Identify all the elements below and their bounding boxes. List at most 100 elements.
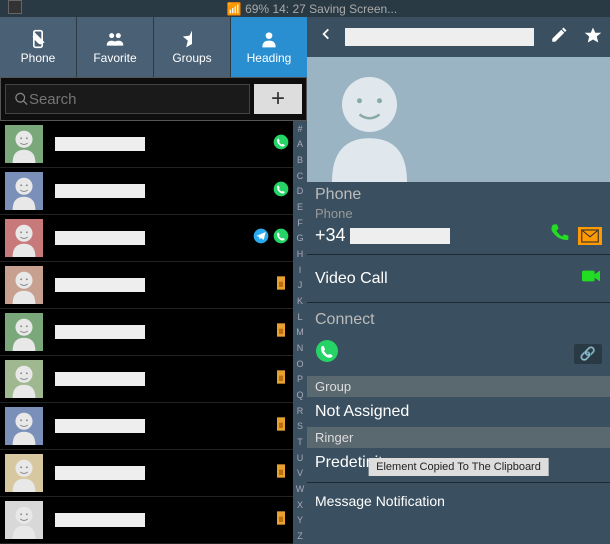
alpha-letter[interactable]: W [296,484,305,494]
contact-row[interactable] [0,497,307,544]
group-value[interactable]: Not Assigned [307,397,610,427]
call-button[interactable] [550,223,570,248]
alpha-letter[interactable]: G [296,233,303,243]
phone-label: Phone [307,206,610,221]
edit-button[interactable] [550,26,568,49]
alpha-letter[interactable]: U [297,453,304,463]
contact-name-header [345,28,534,46]
back-button[interactable] [315,25,337,49]
video-call-row[interactable]: Video Call [307,259,610,298]
alpha-letter[interactable]: L [297,312,302,322]
whatsapp-icon [273,134,289,155]
favorite-button[interactable] [584,26,602,49]
alpha-letter[interactable]: T [297,437,303,447]
sim-icon [273,463,289,484]
contact-avatar [0,309,47,356]
avatar-placeholder-icon [307,57,432,182]
video-call-icon [580,267,602,290]
alpha-letter[interactable]: I [299,265,302,275]
alpha-letter[interactable]: M [296,327,304,337]
phone-call-icon [550,223,570,243]
search-input[interactable] [29,91,241,108]
sim-icon [273,416,289,437]
contact-avatar [0,403,47,450]
message-notification-row[interactable]: Message Notification [307,487,610,515]
telegram-icon [253,228,269,249]
sim-icon [273,322,289,343]
contact-avatar [0,168,47,215]
alpha-letter[interactable]: E [297,202,303,212]
contact-row[interactable] [0,121,307,168]
alpha-letter[interactable]: C [297,171,304,181]
connect-title: Connect [307,307,610,331]
alpha-letter[interactable]: A [297,139,303,149]
star-icon [584,26,602,44]
alpha-letter[interactable]: P [297,374,303,384]
contact-name [47,513,273,527]
sim-icon [273,275,289,296]
alpha-letter[interactable]: J [298,280,303,290]
alpha-letter[interactable]: R [297,406,304,416]
contact-name [47,184,273,198]
link-icon: 🔗 [574,344,602,364]
tab-favorite[interactable]: Favorite [77,17,154,77]
contact-row[interactable] [0,403,307,450]
contact-name [47,372,273,386]
contact-avatar [0,497,47,544]
contact-row[interactable] [0,168,307,215]
alpha-letter[interactable]: X [297,500,303,510]
contact-row[interactable] [0,450,307,497]
contact-avatar [0,262,47,309]
whatsapp-icon [273,181,289,202]
alpha-letter[interactable]: O [296,359,303,369]
contact-avatar [0,356,47,403]
person-icon [259,29,279,49]
tab-label: Favorite [93,51,136,65]
contact-avatar [0,450,47,497]
contact-avatar-section [307,57,610,182]
alpha-letter[interactable]: V [297,468,303,478]
search-box[interactable] [5,84,250,114]
flipboard-icon [8,0,22,17]
tab-groups[interactable]: Groups [154,17,231,77]
alpha-letter[interactable]: Y [297,515,303,525]
phone-icon [28,29,48,49]
alpha-letter[interactable]: Z [297,531,303,541]
plus-icon: + [271,85,285,113]
alpha-letter[interactable]: N [297,343,304,353]
alpha-letter[interactable]: F [297,218,303,228]
add-contact-button[interactable]: + [254,84,302,114]
alpha-letter[interactable]: K [297,296,303,306]
alpha-letter[interactable]: S [297,421,303,431]
contact-name [47,278,273,292]
tab-label: Heading [247,51,292,65]
phone-section-title: Phone [307,182,610,206]
alpha-letter[interactable]: B [297,155,303,165]
tab-label: Groups [172,51,211,65]
chevron-left-icon [319,25,333,43]
tab-heading[interactable]: Heading [231,17,307,77]
contact-row[interactable] [0,262,307,309]
alpha-letter[interactable]: H [297,249,304,259]
contact-row[interactable] [0,215,307,262]
alpha-letter[interactable]: Q [296,390,303,400]
whatsapp-icon [273,228,289,249]
contact-avatar [0,121,47,168]
sim-icon [273,510,289,531]
status-text: 📶 69% 14: 27 Saving Screen... [22,2,602,16]
sim-icon [273,369,289,390]
alpha-index[interactable]: # ABCDEFGHIJKLMNOPQRSTUVWXYZ [293,121,307,544]
alpha-letter[interactable]: # [297,124,302,134]
contact-row[interactable] [0,309,307,356]
phone-number[interactable]: +34 [315,225,542,246]
tab-phone[interactable]: Phone [0,17,77,77]
whatsapp-connect-row[interactable]: 🔗 [307,331,610,376]
contact-row[interactable] [0,356,307,403]
contact-name [47,325,273,339]
contact-list: # ABCDEFGHIJKLMNOPQRSTUVWXYZ [0,121,307,544]
sms-button[interactable] [578,227,602,245]
star-half-icon [182,29,202,49]
pencil-icon [550,26,568,44]
contact-avatar [0,215,47,262]
alpha-letter[interactable]: D [297,186,304,196]
